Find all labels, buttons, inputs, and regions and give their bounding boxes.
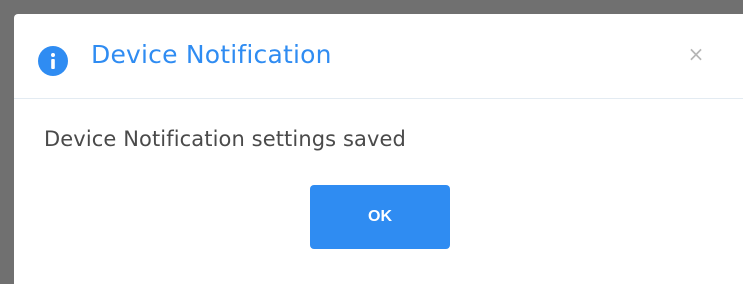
close-icon[interactable]: × (682, 40, 710, 68)
dialog-header: Device Notification × (14, 14, 743, 99)
dialog-message: Device Notification settings saved (44, 127, 406, 151)
ok-button[interactable]: OK (310, 185, 450, 249)
info-icon (38, 46, 68, 76)
notification-dialog: Device Notification × Device Notificatio… (14, 14, 743, 284)
dialog-title: Device Notification (91, 40, 332, 69)
